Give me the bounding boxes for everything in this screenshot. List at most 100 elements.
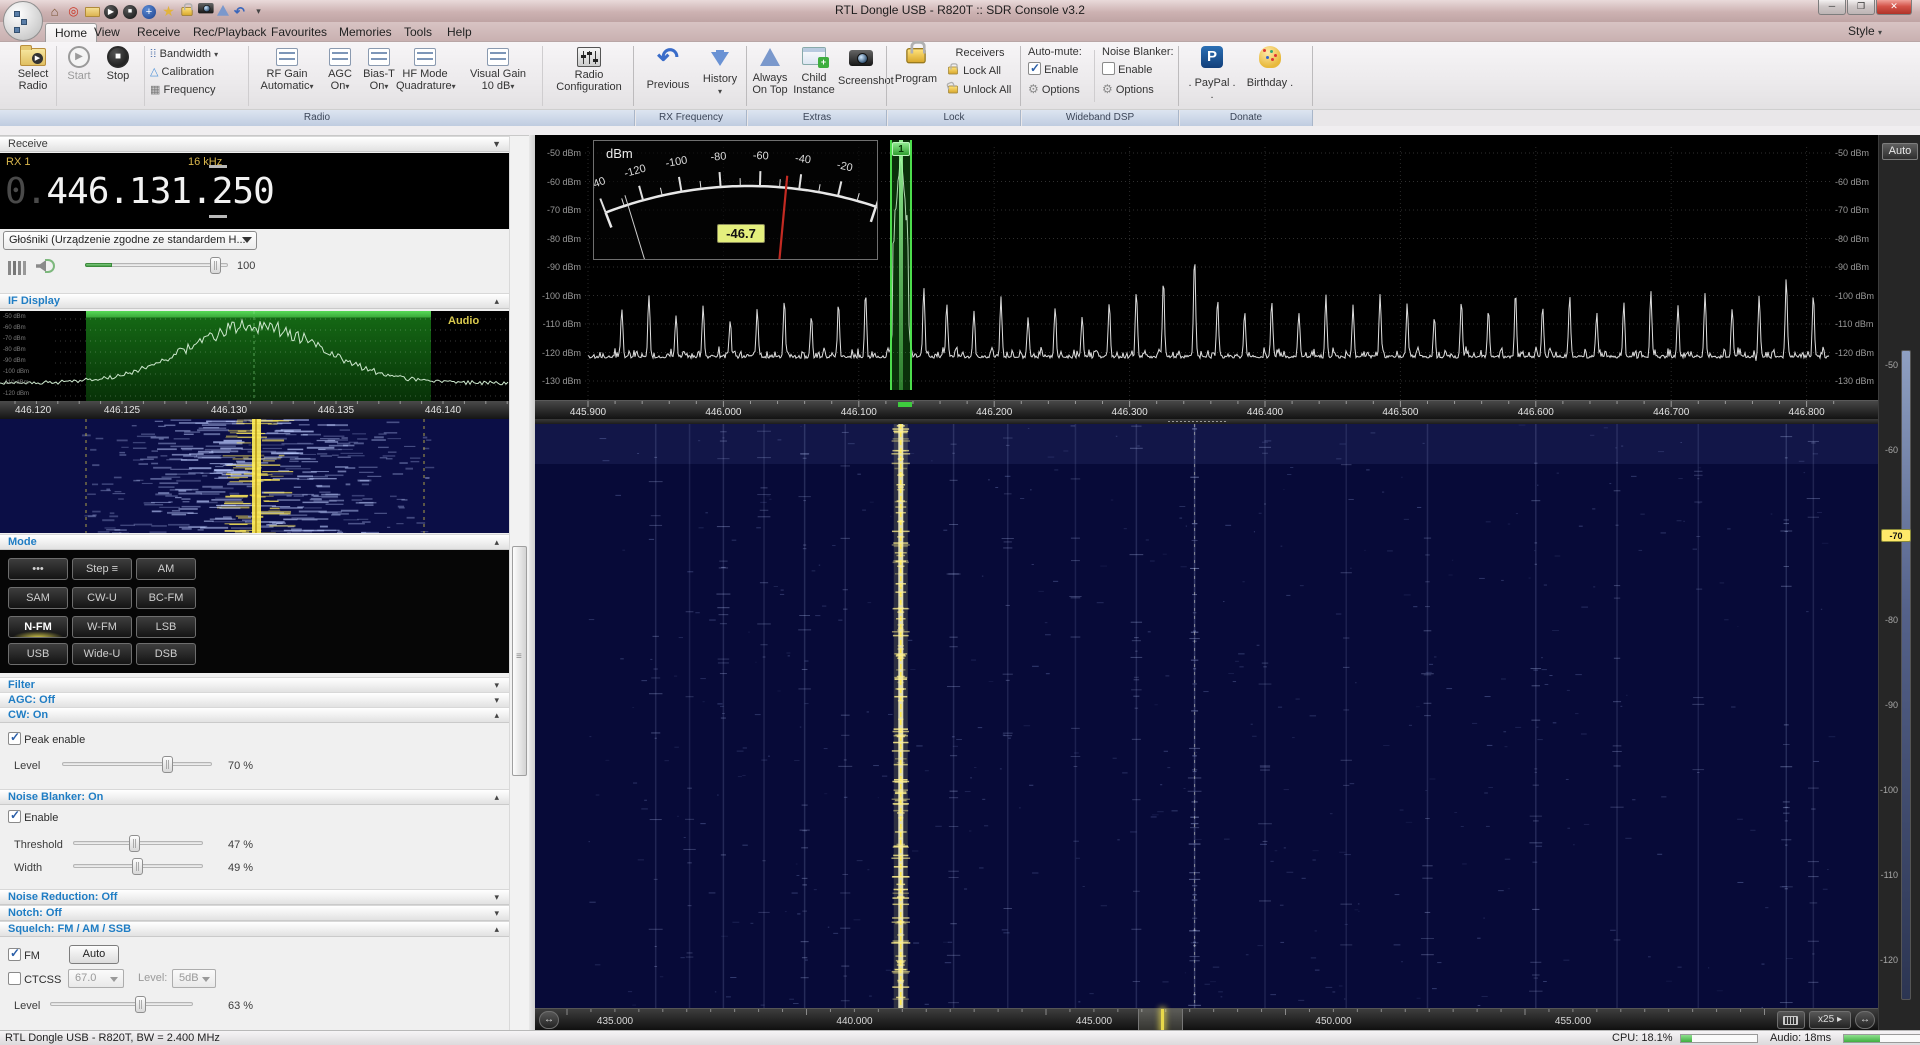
previous-button[interactable]: ↶ Previous <box>642 44 694 91</box>
digit-up-marker[interactable] <box>209 165 227 168</box>
channel-marker[interactable] <box>890 140 912 390</box>
slider-thumb[interactable] <box>129 835 140 852</box>
play-icon[interactable]: ▶ <box>104 5 118 19</box>
close-button[interactable]: ✕ <box>1876 0 1912 15</box>
mode-button-more[interactable]: ••• <box>8 558 68 580</box>
slider-thumb[interactable] <box>162 756 173 773</box>
always-on-top-button[interactable]: AlwaysOn Top <box>750 44 790 96</box>
calibration-button[interactable]: △ Calibration <box>150 64 214 81</box>
ctcss-checkbox[interactable]: CTCSS <box>8 972 61 986</box>
frequency-display[interactable]: RX 1 16 kHz 0.446.131.250 <box>0 153 509 229</box>
squelch-auto-button[interactable]: Auto <box>69 945 119 964</box>
chevron-up-icon[interactable]: ▴ <box>494 294 499 309</box>
checkbox[interactable] <box>8 948 21 961</box>
agc-header[interactable]: AGC: Off▾ <box>0 692 509 708</box>
fm-checkbox[interactable]: FM <box>8 948 40 962</box>
person-icon[interactable] <box>217 5 229 16</box>
maximize-button[interactable]: ❐ <box>1847 0 1875 15</box>
stop-icon[interactable]: ■ <box>123 5 137 19</box>
ctcss-level-select[interactable]: 5dB <box>172 969 216 988</box>
lock-icon[interactable] <box>180 6 194 17</box>
auto-range-button[interactable]: Auto <box>1882 143 1918 160</box>
unlock-all-button[interactable]: Unlock All <box>946 82 1011 99</box>
mode-button-step[interactable]: Step ≡ <box>72 558 132 580</box>
chevron-down-icon[interactable]: ▼ <box>492 137 501 152</box>
screenshot-button[interactable]: Screenshot <box>838 44 884 87</box>
noise-reduction-header[interactable]: Noise Reduction: Off▾ <box>0 889 509 905</box>
peak-enable-checkbox[interactable]: Peak enable <box>8 732 85 746</box>
lifebuoy-icon[interactable]: ◎ <box>65 4 82 19</box>
camera-icon[interactable] <box>198 3 214 13</box>
frequency-readout[interactable]: 0.446.131.250 <box>5 171 274 212</box>
bandwidth-button[interactable]: ⵂⵂ Bandwidth ▾ <box>150 46 218 63</box>
if-display-header[interactable]: IF Display ▴ <box>0 293 509 309</box>
ctcss-tone-select[interactable]: 67.0 <box>68 969 124 988</box>
levels-icon[interactable] <box>8 261 26 275</box>
waterfall[interactable] <box>535 424 1878 1008</box>
program-lock-button[interactable]: Program <box>892 44 940 85</box>
checkbox[interactable] <box>1102 62 1115 75</box>
home-icon[interactable]: ⌂ <box>46 4 63 19</box>
undo-icon[interactable]: ↶ <box>231 4 248 19</box>
mode-button-sam[interactable]: SAM <box>8 587 68 609</box>
mode-button-cw-u[interactable]: CW-U <box>72 587 132 609</box>
noise-blanker-enable[interactable]: Enable <box>1102 62 1152 79</box>
slider-thumb[interactable] <box>132 858 143 875</box>
spectrum-frequency-scale[interactable]: 445.900446.000446.100446.200446.300446.4… <box>535 400 1878 419</box>
checkbox[interactable] <box>1028 62 1041 75</box>
history-dropdown[interactable]: History▾ <box>698 44 742 98</box>
tab-view[interactable]: View <box>85 23 129 42</box>
mode-button-usb[interactable]: USB <box>8 643 68 665</box>
if-frequency-scale[interactable]: 446.120446.125446.130446.135446.140 <box>0 401 509 419</box>
mode-button-am[interactable]: AM <box>136 558 196 580</box>
tab-help[interactable]: Help <box>438 23 481 42</box>
tab-receive[interactable]: Receive <box>128 23 189 42</box>
lock-all-button[interactable]: Lock All <box>946 63 1001 80</box>
folder-icon[interactable] <box>85 7 100 17</box>
auto-mute-enable[interactable]: Enable <box>1028 62 1078 79</box>
visual-gain-dropdown[interactable]: Visual Gain10 dB▾ <box>466 44 530 93</box>
noise-blanker-options[interactable]: ⚙ Options <box>1102 81 1154 98</box>
squelch-header[interactable]: Squelch: FM / AM / SSB▴ <box>0 921 509 937</box>
speaker-icon[interactable] <box>36 260 46 272</box>
paypal-button[interactable]: P . PayPal . . <box>1186 44 1238 101</box>
agc-dropdown[interactable]: AGCOn▾ <box>322 44 358 93</box>
scrollbar-thumb[interactable] <box>512 546 527 776</box>
start-button[interactable]: ▶ Start <box>62 44 96 82</box>
auto-mute-options[interactable]: ⚙ Options <box>1028 81 1080 98</box>
rf-gain-dropdown[interactable]: RF GainAutomatic▾ <box>256 44 318 93</box>
checkbox[interactable] <box>8 810 21 823</box>
tab-favourites[interactable]: Favourites <box>262 23 336 42</box>
noise-blanker-header[interactable]: Noise Blanker: On▴ <box>0 789 509 805</box>
if-spectrum[interactable]: Audio -50 dBm-60 dBm-70 dBm-80 dBm-90 dB… <box>0 311 509 401</box>
radio-configuration-button[interactable]: RadioConfiguration <box>550 44 628 93</box>
mode-button-bc-fm[interactable]: BC-FM <box>136 587 196 609</box>
mode-button-n-fm[interactable]: N-FM <box>8 616 68 638</box>
style-dropdown[interactable]: Style ▾ <box>1848 24 1882 38</box>
star-icon[interactable]: ★ <box>160 4 177 19</box>
stop-button[interactable]: ■ Stop <box>100 44 136 82</box>
chevron-up-icon[interactable]: ▴ <box>494 535 499 550</box>
bias-t-dropdown[interactable]: Bias-TOn▾ <box>360 44 398 93</box>
child-instance-button[interactable]: + ChildInstance <box>792 44 836 96</box>
nav-right-button[interactable]: ↔ <box>1855 1011 1875 1029</box>
mode-button-lsb[interactable]: LSB <box>136 616 196 638</box>
birthday-button[interactable]: Birthday . <box>1242 44 1298 89</box>
checkbox[interactable] <box>8 972 21 985</box>
slider-thumb[interactable] <box>135 996 146 1013</box>
tab-tools[interactable]: Tools <box>395 23 441 42</box>
mode-header[interactable]: Mode ▴ <box>0 534 509 550</box>
cw-header[interactable]: CW: On▴ <box>0 707 509 723</box>
mode-button-dsb[interactable]: DSB <box>136 643 196 665</box>
filter-header[interactable]: Filter▾ <box>0 677 509 693</box>
add-icon[interactable]: + <box>142 5 156 19</box>
nav-zoom-button[interactable]: x25 ▸ <box>1809 1011 1851 1029</box>
minimize-button[interactable]: ─ <box>1818 0 1846 15</box>
select-radio-button[interactable]: ▶ SelectRadio <box>10 44 56 92</box>
checkbox[interactable] <box>8 732 21 745</box>
nb-enable-checkbox[interactable]: Enable <box>8 810 58 824</box>
mode-button-w-fm[interactable]: W-FM <box>72 616 132 638</box>
nav-keyboard-button[interactable] <box>1777 1011 1805 1029</box>
tab-memories[interactable]: Memories <box>330 23 401 42</box>
panel-scrollbar[interactable] <box>509 136 529 1031</box>
